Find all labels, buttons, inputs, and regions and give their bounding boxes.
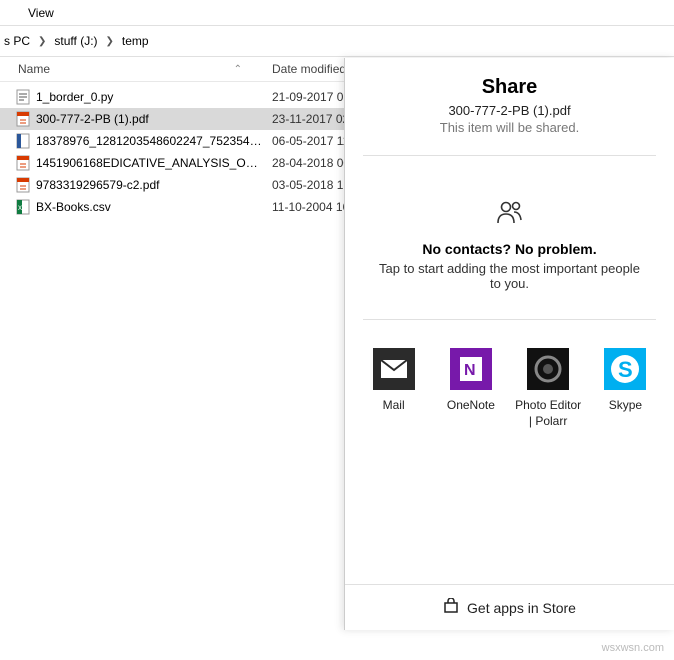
breadcrumb-seg-pc[interactable]: s PC (0, 34, 34, 48)
file-name: 1451906168EDICATIVE_ANALYSIS_OF_DIA... (36, 156, 262, 170)
chevron-right-icon: ❯ (102, 36, 118, 47)
file-icon (14, 111, 32, 127)
share-filename: 300-777-2-PB (1).pdf (373, 103, 646, 118)
file-icon (14, 133, 32, 149)
file-name: 18378976_1281203548602247_75235487_o... (36, 134, 262, 148)
share-title: Share (373, 76, 646, 99)
share-apps: Mail N OneNote Photo Editor | Polarr S Skype (345, 320, 674, 429)
share-app-tile[interactable]: Photo Editor | Polarr (514, 348, 583, 429)
breadcrumb-seg-folder[interactable]: temp (118, 34, 153, 48)
share-app-tile[interactable]: S Skype (591, 348, 660, 429)
onenote-icon: N (450, 348, 492, 390)
chevron-right-icon: ❯ (34, 36, 50, 47)
svg-text:x: x (18, 203, 22, 212)
get-apps-label: Get apps in Store (467, 600, 576, 616)
file-name: 300-777-2-PB (1).pdf (36, 112, 262, 126)
column-name[interactable]: Name ⌃ (0, 62, 262, 76)
file-date: 03-05-2018 16 (262, 178, 350, 192)
share-app-label: Skype (609, 398, 642, 414)
toolbar: View (0, 0, 674, 26)
sort-indicator-icon: ⌃ (234, 64, 242, 75)
contacts-title: No contacts? No problem. (373, 241, 646, 257)
share-app-tile[interactable]: Mail (359, 348, 428, 429)
people-icon (373, 200, 646, 227)
share-app-label: Photo Editor | Polarr (514, 398, 583, 429)
file-date: 11-10-2004 16 (262, 200, 349, 214)
share-contacts[interactable]: No contacts? No problem. Tap to start ad… (363, 156, 656, 320)
file-icon (14, 89, 32, 105)
file-icon: x (14, 199, 32, 215)
breadcrumb-seg-drive[interactable]: stuff (J:) (50, 34, 101, 48)
file-icon (14, 155, 32, 171)
svg-text:N: N (464, 362, 476, 379)
toolbar-view[interactable]: View (20, 2, 62, 24)
share-panel: Share 300-777-2-PB (1).pdf This item wil… (344, 58, 674, 630)
file-date: 21-09-2017 02 (262, 90, 350, 104)
watermark: wsxwsn.com (602, 642, 664, 654)
svg-text:S: S (618, 357, 633, 382)
store-icon (443, 598, 459, 617)
skype-icon: S (604, 348, 646, 390)
share-app-label: Mail (383, 398, 405, 414)
file-name: 1_border_0.py (36, 90, 262, 104)
column-name-label: Name (18, 62, 50, 76)
polarr-icon (527, 348, 569, 390)
share-subtitle: This item will be shared. (373, 120, 646, 135)
share-app-label: OneNote (447, 398, 495, 414)
breadcrumb[interactable]: s PC ❯ stuff (J:) ❯ temp (0, 26, 674, 56)
file-date: 06-05-2017 11 (262, 134, 349, 148)
share-app-tile[interactable]: N OneNote (436, 348, 505, 429)
mail-icon (373, 348, 415, 390)
file-icon (14, 177, 32, 193)
file-date: 23-11-2017 02 (262, 112, 349, 126)
file-name: 9783319296579-c2.pdf (36, 178, 262, 192)
get-apps-button[interactable]: Get apps in Store (345, 584, 674, 630)
contacts-subtitle: Tap to start adding the most important p… (373, 261, 646, 291)
file-name: BX-Books.csv (36, 200, 262, 214)
share-header: Share 300-777-2-PB (1).pdf This item wil… (363, 58, 656, 156)
file-date: 28-04-2018 00 (262, 156, 350, 170)
